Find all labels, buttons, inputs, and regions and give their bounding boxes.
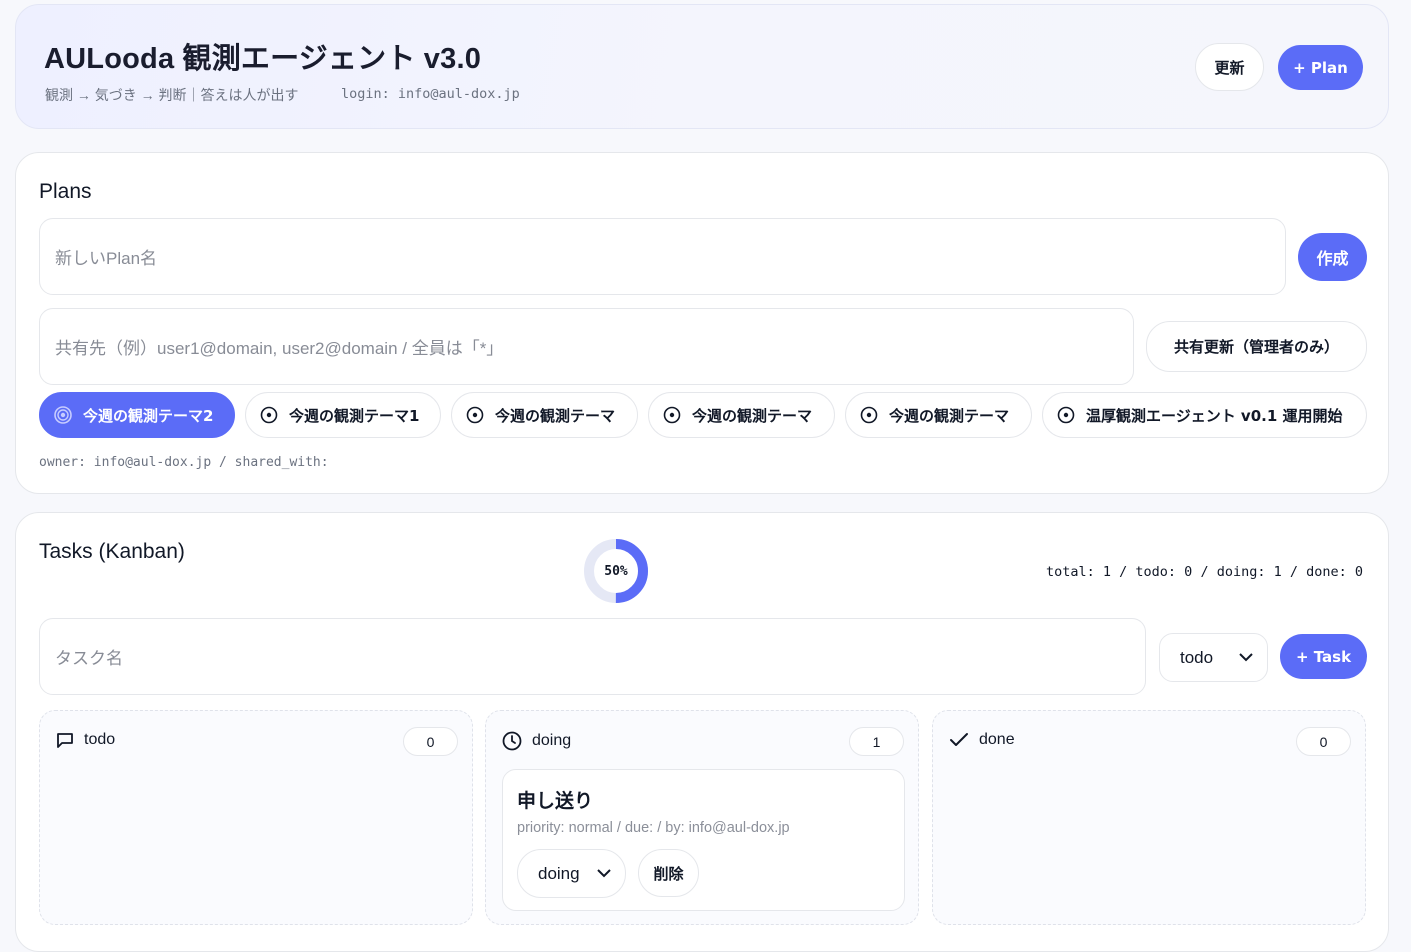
task-name-input[interactable]: タスク名 [39,618,1146,695]
check-icon [950,733,968,746]
kanban-column-done: done 0 [932,710,1366,925]
chevron-down-icon [597,868,611,877]
radio-selected-icon [54,406,72,424]
app-header: AULooda 観測エージェント v3.0 観測 → 気づき → 判断｜答えは人… [15,4,1389,129]
radio-icon [1057,406,1075,424]
column-count: 0 [403,727,458,756]
task-status-value: todo [1180,647,1214,667]
login-info: login: info@aul-dox.jp [341,86,520,102]
plan-chip-0[interactable]: 今週の観測テーマ2 [39,392,235,438]
message-icon [57,732,73,748]
plan-chip-label: 今週の観測テーマ [692,406,813,425]
plan-chip-label: 今週の観測テーマ2 [83,406,214,425]
column-header: done [949,731,1015,749]
radio-icon [663,406,681,424]
plan-name-input[interactable]: 新しいPlan名 [39,218,1286,295]
plan-chip-2[interactable]: 今週の観測テーマ [451,392,638,438]
task-card-status-value: doing [538,863,580,883]
plan-chip-label: 今週の観測テーマ1 [289,406,420,425]
task-card-status-select[interactable]: doing [517,849,626,898]
app-title: AULooda 観測エージェント v3.0 [44,43,482,75]
column-count: 0 [1296,727,1351,756]
kanban-column-todo: todo 0 [39,710,473,925]
plan-chip-3[interactable]: 今週の観測テーマ [648,392,835,438]
add-task-button[interactable]: + Task [1280,634,1367,679]
progress-ring: 50% [583,538,649,604]
column-title: done [979,731,1015,748]
radio-icon [860,406,878,424]
progress-label: 50% [604,563,628,579]
delete-task-button[interactable]: 削除 [638,849,699,897]
plan-chip-1[interactable]: 今週の観測テーマ1 [245,392,441,438]
refresh-button[interactable]: 更新 [1195,43,1264,91]
task-stats: total: 1 / todo: 0 / doing: 1 / done: 0 [1046,564,1363,580]
plan-chip-label: 今週の観測テーマ [889,406,1010,425]
new-plan-button[interactable]: + Plan [1278,45,1363,90]
plan-owner-line: owner: info@aul-dox.jp / shared_with: [39,455,329,470]
plans-title: Plans [39,180,92,203]
column-header: todo [56,731,115,749]
column-count: 1 [849,727,904,756]
tasks-title: Tasks (Kanban) [39,540,185,563]
task-card[interactable]: 申し送り priority: normal / due: / by: info@… [502,769,905,911]
chevron-down-icon [1239,652,1253,661]
task-title: 申し送り [517,791,594,812]
task-status-select[interactable]: todo [1159,633,1268,682]
share-update-button[interactable]: 共有更新（管理者のみ） [1146,321,1367,372]
column-title: todo [84,731,116,748]
radio-icon [466,406,484,424]
plan-chip-label: 温厚観測エージェント v0.1 運用開始 [1086,406,1343,425]
column-title: doing [532,732,572,749]
plan-chip-4[interactable]: 今週の観測テーマ [845,392,1032,438]
share-input[interactable]: 共有先（例）user1@domain, user2@domain / 全員は「*… [39,308,1134,385]
plan-chip-5[interactable]: 温厚観測エージェント v0.1 運用開始 [1042,392,1367,438]
column-header: doing [502,731,571,751]
kanban-column-doing: doing 1 申し送り priority: normal / due: / b… [485,710,919,925]
plan-chip-label: 今週の観測テーマ [495,406,616,425]
radio-icon [260,406,278,424]
create-plan-button[interactable]: 作成 [1298,233,1367,281]
clock-icon [502,731,522,751]
app-subtitle: 観測 → 気づき → 判断｜答えは人が出す [45,87,299,103]
task-meta: priority: normal / due: / by: info@aul-d… [517,820,790,836]
